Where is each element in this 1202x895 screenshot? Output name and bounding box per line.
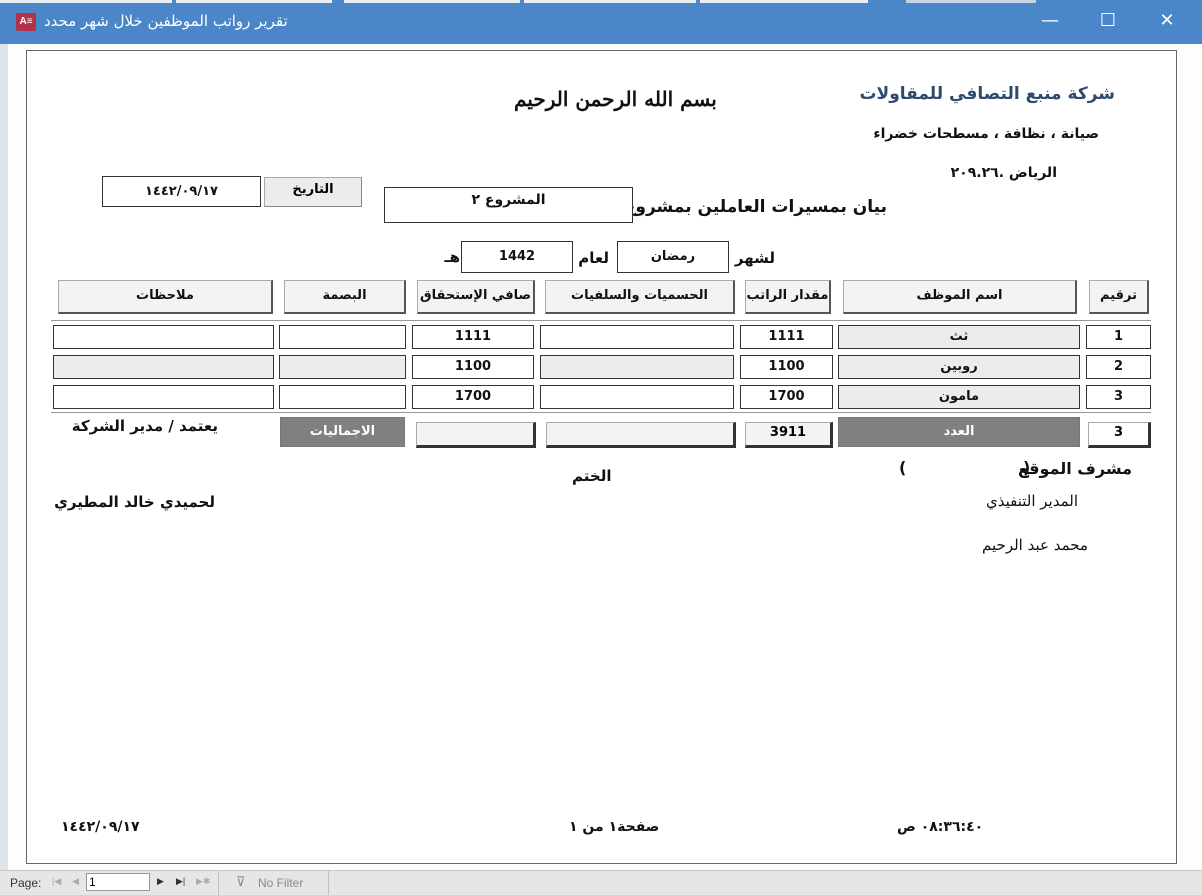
column-header-deductions: الحسميات والسلفيات	[545, 280, 735, 314]
year-field: 1442	[461, 241, 573, 273]
executive-manager-label: المدير التنفيذي	[985, 492, 1078, 510]
row-employee-name: روبين	[838, 355, 1080, 379]
row-employee-name: ثث	[838, 325, 1080, 349]
row-salary: 1111	[740, 325, 833, 349]
net-total	[416, 422, 536, 448]
project-field: المشروع ٢	[384, 187, 633, 223]
basmala: بسم الله الرحمن الرحيم	[514, 87, 717, 111]
row-fingerprint	[279, 355, 406, 379]
totals-label: الاجماليات	[280, 417, 405, 447]
site-supervisor-label: مشرف الموقع	[1018, 459, 1132, 478]
row-deductions	[540, 355, 734, 379]
supervisor-paren-open: (	[1023, 458, 1031, 477]
last-page-button[interactable]: ▶|	[176, 876, 185, 887]
minimize-button[interactable]: —	[1035, 10, 1065, 31]
company-name: شركة منبع التصافي للمقاولات	[859, 84, 1115, 104]
access-app-icon: A≡	[16, 13, 36, 31]
date-label: التاريخ	[264, 177, 362, 207]
salary-total: 3911	[745, 422, 833, 448]
filter-icon: ⊽	[236, 874, 246, 889]
row-net: 1111	[412, 325, 534, 349]
page-number-input[interactable]	[86, 873, 150, 891]
city-line: الرياض .٢٠٩.٢٦	[950, 165, 1057, 181]
window-title: تقرير رواتب الموظفين خلال شهر محدد	[44, 12, 288, 30]
left-window-edge	[0, 44, 8, 870]
row-salary: 1100	[740, 355, 833, 379]
statement-label: بيان بمسيرات العاملين بمشروع	[623, 197, 887, 217]
row-number: 3	[1086, 385, 1151, 409]
footer-date: ١٤٤٢/٠٩/١٧	[61, 819, 140, 835]
status-separator	[218, 871, 219, 895]
column-header-salary: مقدار الراتب	[745, 280, 831, 314]
table-bottom-rule	[51, 412, 1151, 413]
row-employee-name: مامون	[838, 385, 1080, 409]
row-net: 1100	[412, 355, 534, 379]
footer-page-number: صفحة١ من ١	[569, 819, 660, 835]
footer-time: ٠٨:٣٦:٤٠ ص	[897, 819, 984, 835]
row-deductions	[540, 325, 734, 349]
column-header-net: صافي الإستحقاق	[417, 280, 535, 314]
page-label: Page:	[10, 876, 42, 890]
hijri-suffix: هـ	[444, 248, 460, 266]
approval-label: يعتمد / مدير الشركة	[71, 417, 218, 435]
row-notes	[53, 325, 274, 349]
row-deductions	[540, 385, 734, 409]
stamp-label: الختم	[572, 467, 612, 485]
supervisor-paren-close: )	[899, 458, 907, 477]
new-record-button[interactable]: ▶✱	[196, 876, 210, 887]
column-header-notes: ملاحظات	[58, 280, 273, 314]
close-button[interactable]: ✕	[1152, 10, 1182, 31]
column-header-number: ترقيم	[1089, 280, 1149, 314]
column-header-fingerprint: البصمة	[284, 280, 406, 314]
row-salary: 1700	[740, 385, 833, 409]
month-field: رمضان	[617, 241, 729, 273]
no-filter-button[interactable]: No Filter	[258, 876, 303, 890]
column-header-employee-name: اسم الموظف	[843, 280, 1077, 314]
company-services: صيانة ، نظافة ، مسطحات خضراء	[873, 126, 1099, 142]
row-number: 1	[1086, 325, 1151, 349]
table-top-rule	[51, 320, 1151, 321]
report-date-field: ١٤٤٢/٠٩/١٧	[102, 176, 261, 207]
maximize-button[interactable]: ☐	[1093, 10, 1123, 31]
first-page-button[interactable]: |◀	[52, 876, 61, 887]
deductions-total	[546, 422, 736, 448]
row-fingerprint	[279, 385, 406, 409]
record-navigation-bar: Page: |◀ ◀ ▶ ▶| ▶✱ ⊽ No Filter	[0, 870, 1202, 895]
row-fingerprint	[279, 325, 406, 349]
row-notes	[53, 355, 274, 379]
count-label: العدد	[838, 417, 1080, 447]
previous-page-button[interactable]: ◀	[72, 876, 79, 887]
report-page: شركة منبع التصافي للمقاولات صيانة ، نظاف…	[26, 50, 1177, 864]
year-label: لعام	[578, 249, 609, 267]
total-count: 3	[1088, 422, 1151, 448]
executive-manager-name: محمد عبد الرحيم	[982, 536, 1088, 554]
status-separator	[328, 871, 329, 895]
next-page-button[interactable]: ▶	[157, 876, 164, 887]
month-label: لشهر	[734, 249, 775, 267]
company-manager-name: لحميدي خالد المطيري	[54, 493, 215, 511]
row-notes	[53, 385, 274, 409]
row-net: 1700	[412, 385, 534, 409]
row-number: 2	[1086, 355, 1151, 379]
